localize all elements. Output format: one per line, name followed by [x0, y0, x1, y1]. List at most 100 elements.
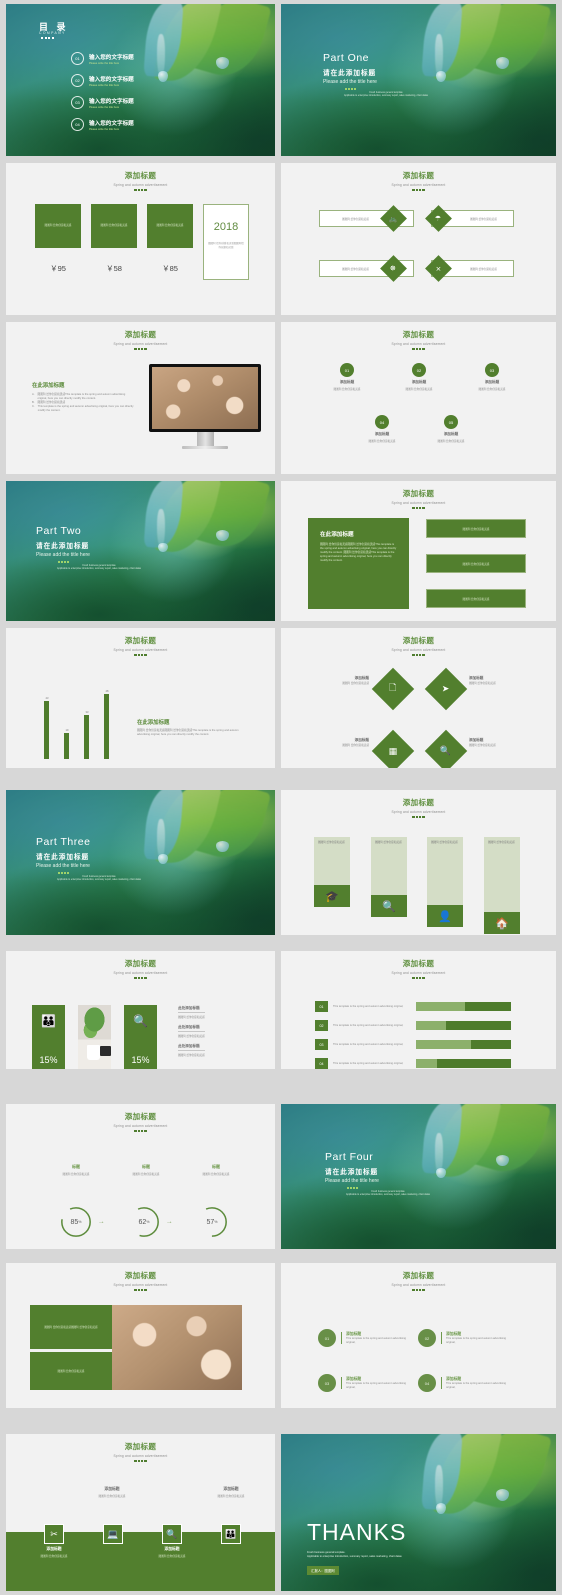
year-card[interactable]: 2018 图图阿 给你创意和灵感图图阿给你创意和灵感	[203, 204, 249, 280]
item-placeholder: 图图阿 给你创意和灵感	[469, 744, 496, 747]
row-text: This template is the spring and autumn a…	[333, 1023, 404, 1027]
slide-subtitle: Spring and autumn advertisement	[113, 970, 168, 975]
catalog-item-subtitle: Please write the title here	[89, 105, 120, 109]
catalog-item-04[interactable]: 04 输入您的文字标题 Please write the title here	[71, 118, 134, 131]
catalog-item-subtitle: Please write the title here	[89, 61, 120, 65]
bar-placeholder: 图图阿 给你创意和灵感	[342, 267, 369, 271]
catalog-item-02[interactable]: 02 输入您的文字标题 Please write the title here	[71, 74, 134, 87]
catalog-item-03[interactable]: 03 输入您的文字标题 Please write the title here	[71, 96, 134, 109]
bar-placeholder: 图图阿 给你创意和灵感	[462, 597, 490, 601]
slide-subtitle: Spring and autumn advertisement	[113, 1282, 168, 1287]
item-placeholder: 图图阿 给你创意和灵感	[437, 440, 465, 443]
diamond-text-4: 添加标题 图图阿 给你创意和灵感	[469, 738, 513, 747]
slide-progress-list[interactable]: 添加标题 Spring and autumn advertisement 01 …	[281, 951, 556, 1069]
green-bar-2[interactable]: 图图阿 给你创意和灵感	[426, 554, 526, 573]
item-title: 添加标题	[339, 380, 355, 384]
donut-label-1: 标题 图图阿 给你创意和灵感	[46, 1164, 106, 1176]
price-value-2: ￥58	[106, 264, 122, 273]
price-card-1[interactable]: 图图阿 给你创意和灵感	[35, 204, 81, 248]
scissors-icon[interactable]: ✂	[44, 1524, 64, 1544]
text-placeholder: 图图阿 给你创意和灵感	[178, 1016, 205, 1019]
send-icon[interactable]: ➤	[424, 667, 468, 711]
slide-thanks[interactable]: THANKS Fresh business general template. …	[281, 1434, 556, 1591]
circle-item-04[interactable]: 04 添加标题 图图阿 给你创意和灵感	[354, 415, 410, 443]
document-icon[interactable]: 🗋	[371, 667, 415, 711]
vertical-card-2[interactable]: 图图阿 给你创意和灵感 🔍	[371, 837, 407, 917]
slide-diamond-four[interactable]: 添加标题 Spring and autumn advertisement 添加标…	[281, 628, 556, 768]
green-text-panel-2[interactable]: 图图阿 给你创意和灵感	[30, 1352, 112, 1390]
donut-chart-3: 57%	[195, 1205, 229, 1239]
slide-price-cards[interactable]: 添加标题 Spring and autumn advertisement 图图阿…	[6, 163, 275, 315]
slide-catalog[interactable]: 目 录 COMPANY 01 输入您的文字标题 Please write the…	[6, 4, 275, 156]
slide-bar-chart[interactable]: 添加标题 Spring and autumn advertisement 43 …	[6, 628, 275, 768]
decorative-dots	[41, 37, 54, 39]
item-placeholder: 图图阿 给你创意和灵感	[405, 388, 433, 391]
price-card-2[interactable]: 图图阿 给你创意和灵感	[91, 204, 137, 248]
circle-block-01[interactable]: 01 添加标题 This template is the spring and …	[318, 1329, 409, 1347]
donut-value: 85%	[70, 1218, 82, 1226]
group-icon[interactable]: 👪	[221, 1524, 241, 1544]
slide-green-block[interactable]: 添加标题 Spring and autumn advertisement 在此添…	[281, 481, 556, 621]
circle-block-03[interactable]: 03 添加标题 This template is the spring and …	[318, 1374, 409, 1392]
progress-row-3[interactable]: 03 This template is the spring and autum…	[315, 1039, 525, 1050]
slide-vertical-cards[interactable]: 添加标题 Spring and autumn advertisement 图图阿…	[281, 790, 556, 935]
calendar-icon[interactable]: ▦	[371, 729, 415, 768]
circle-item-01[interactable]: 01 添加标题 图图阿 给你创意和灵感	[319, 363, 375, 391]
slide-photo-blocks[interactable]: 添加标题 Spring and autumn advertisement 图图阿…	[6, 1263, 275, 1408]
slide-part-three[interactable]: Part Three 请在此添加标题 Please add the title …	[6, 790, 275, 935]
vertical-card-3[interactable]: 图图阿 给你创意和灵感 👤	[427, 837, 463, 927]
circle-item-03[interactable]: 03 添加标题 图图阿 给你创意和灵感	[464, 363, 520, 391]
slide-five-circles[interactable]: 添加标题 Spring and autumn advertisement 01 …	[281, 322, 556, 474]
decorative-dots	[6, 1129, 275, 1132]
part-note: Fresh business general template Applicab…	[344, 91, 428, 98]
donut-label-3: 标题 图图阿 给你创意和灵感	[186, 1164, 246, 1176]
green-text-panel[interactable]: 图图阿 给你创意和灵感图图阿 给你创意和灵感	[30, 1305, 112, 1349]
percent-card-1[interactable]: 👪 15%	[32, 1005, 65, 1069]
circle-block-02[interactable]: 02 添加标题 This template is the spring and …	[418, 1329, 509, 1347]
item-placeholder: 图图阿 给你创意和灵感	[333, 388, 361, 391]
circle-number: 03	[485, 363, 499, 377]
slide-monitor[interactable]: 添加标题 Spring and autumn advertisement 在此添…	[6, 322, 275, 474]
search-icon: 🔍	[371, 895, 407, 917]
slide-four-circles[interactable]: 添加标题 Spring and autumn advertisement 01 …	[281, 1263, 556, 1408]
search-icon[interactable]: 🔍	[162, 1524, 182, 1544]
circle-item-05[interactable]: 05 添加标题 图图阿 给你创意和灵感	[423, 415, 479, 443]
green-bar-3[interactable]: 图图阿 给你创意和灵感	[426, 589, 526, 608]
content-panel[interactable]: 在此添加标题 图图阿 给你创意和灵感图图阿 给你创意和灵感This templa…	[308, 518, 409, 609]
progress-row-4[interactable]: 04 This template is the spring and autum…	[315, 1058, 525, 1069]
slide-part-two[interactable]: Part Two 请在此添加标题 Please add the title he…	[6, 481, 275, 621]
arrow-connector-2: ------▸	[167, 1220, 172, 1224]
thanks-note: Fresh business general template. Applica…	[307, 1551, 402, 1559]
percent-card-2[interactable]: 🔍 15%	[124, 1005, 157, 1069]
vertical-card-4[interactable]: 图图阿 给你创意和灵感 🏠	[484, 837, 520, 934]
laptop-icon[interactable]: 💻	[103, 1524, 123, 1544]
item-text: This template is the spring and autumn a…	[446, 1336, 507, 1344]
row-number: 02	[315, 1020, 328, 1031]
panel-heading: 在此添加标题	[320, 532, 354, 538]
slide-timeline[interactable]: 添加标题 Spring and autumn advertisement 添加标…	[6, 1434, 275, 1591]
slide-percent-cards[interactable]: 添加标题 Spring and autumn advertisement 👪 1…	[6, 951, 275, 1069]
slide-part-four[interactable]: Part Four 请在此添加标题 Please add the title h…	[281, 1104, 556, 1249]
catalog-item-01[interactable]: 01 输入您的文字标题 Please write the title here	[71, 52, 134, 65]
catalog-item-title: 输入您的文字标题	[89, 76, 134, 83]
vertical-card-1[interactable]: 图图阿 给你创意和灵感 🎓	[314, 837, 350, 907]
bar-label-2: 19	[65, 729, 69, 732]
green-bar-1[interactable]: 图图阿 给你创意和灵感	[426, 519, 526, 538]
progress-row-1[interactable]: 01 This template is the spring and autum…	[315, 1001, 525, 1012]
catalog-item-number: 01	[71, 52, 84, 65]
price-card-3[interactable]: 图图阿 给你创意和灵感	[147, 204, 193, 248]
circle-block-04[interactable]: 04 添加标题 This template is the spring and …	[418, 1374, 509, 1392]
catalog-item-number: 04	[71, 118, 84, 131]
catalog-item-title: 输入您的文字标题	[89, 120, 134, 127]
slide-part-one[interactable]: Part One 请在此添加标题 Please add the title he…	[281, 4, 556, 156]
label-title: 标题	[142, 1164, 150, 1169]
part-subtitle: Please add the title here	[36, 863, 90, 869]
circle-item-02[interactable]: 02 添加标题 图图阿 给你创意和灵感	[391, 363, 447, 391]
circle-number: 03	[318, 1374, 336, 1392]
slide-donut-charts[interactable]: 添加标题 Spring and autumn advertisement 标题 …	[6, 1104, 275, 1249]
progress-row-2[interactable]: 02 This template is the spring and autum…	[315, 1020, 525, 1031]
search-icon[interactable]: 🔍	[424, 729, 468, 768]
percent-text-1: 此处添加标题 图图阿 给你创意和灵感	[178, 1006, 205, 1019]
slide-deck: 目 录 COMPANY 01 输入您的文字标题 Please write the…	[0, 0, 562, 1595]
slide-diamond-bars[interactable]: 添加标题 Spring and autumn advertisement 图图阿…	[281, 163, 556, 315]
